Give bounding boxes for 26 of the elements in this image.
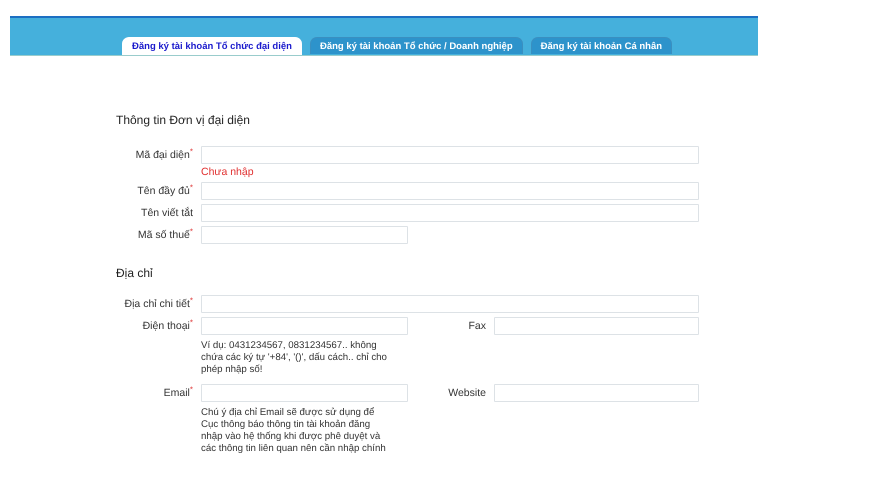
field-label: Mã đại diện$^{*}$ xyxy=(134,146,194,163)
text-field[interactable] xyxy=(201,182,699,200)
tab[interactable]: Đăng ký tài khoản Cá nhân xyxy=(530,37,672,54)
tab[interactable]: Đăng ký tài khoản Tổ chức đại diện xyxy=(122,37,302,55)
text-field[interactable] xyxy=(201,317,408,335)
field-label: Tên đầy đủ$^{*}$ xyxy=(136,182,194,199)
text-field[interactable] xyxy=(494,384,699,402)
section-title: Địa chỉ xyxy=(116,266,154,280)
field-label: Fax xyxy=(467,319,487,334)
field-label: Tên viết tắt xyxy=(140,206,194,221)
text-field[interactable] xyxy=(201,384,408,402)
field-label: Website xyxy=(447,386,487,401)
tab[interactable]: Đăng ký tài khoản Tổ chức / Doanh nghiệp xyxy=(310,37,523,54)
field-label: Mã số thuế$^{*}$ xyxy=(136,226,194,243)
text-field[interactable] xyxy=(201,204,699,222)
field-label: Địa chỉ chi tiết$^{*}$ xyxy=(124,295,194,312)
hint-text: Ví dụ: 0431234567, 0831234567.. không chứa các ký tự '+84', '()', dấu cách.. chỉ cho phép nhập số! xyxy=(201,339,388,377)
error-message: Chưa nhập xyxy=(201,166,255,178)
text-field[interactable] xyxy=(201,146,699,164)
text-field[interactable] xyxy=(494,317,699,335)
text-field[interactable] xyxy=(201,226,408,244)
section-title: Thông tin Đơn vị đại diện xyxy=(116,113,251,127)
hint-text: Chú ý địa chỉ Email sẽ được sử dụng để Cục thông báo thông tin tài khoản đăng nhập vào hệ thống khi được phê duyệt và các thông tin liên quan nên cần nhập chính xyxy=(201,406,387,456)
text-field[interactable] xyxy=(201,295,699,313)
field-label: Điện thoại$^{*}$ xyxy=(142,317,194,334)
field-label: Email$^{*}$ xyxy=(162,384,194,401)
